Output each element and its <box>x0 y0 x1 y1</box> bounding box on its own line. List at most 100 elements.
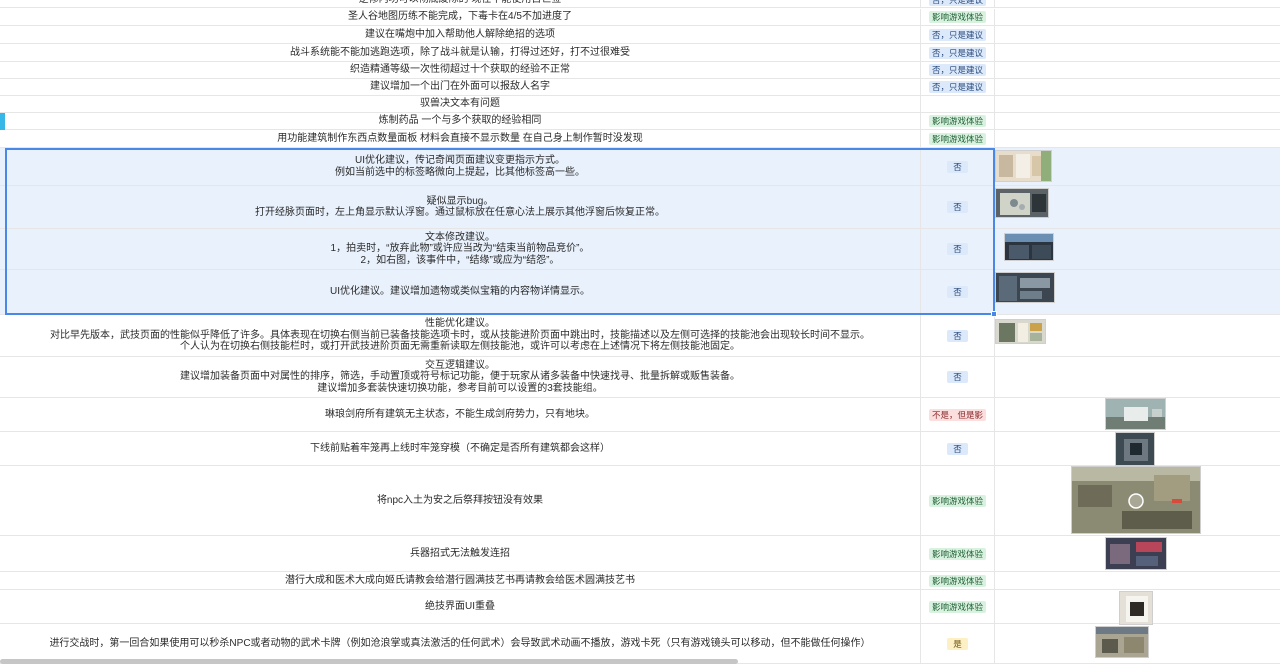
issue-cell[interactable]: 绝技界面UI重叠 <box>0 590 921 623</box>
status-cell[interactable]: 影响游戏体验 <box>921 590 995 623</box>
issue-cell[interactable]: 织造精通等级一次性彻超过十个获取的经验不正常 <box>0 62 921 78</box>
screenshot-cell[interactable] <box>995 130 1280 147</box>
table-row[interactable]: 疑似显示bug。 打开经脉页面时，左上角显示默认浮窗。通过鼠标放在任意心法上展示其… <box>0 186 1280 229</box>
table-row[interactable]: 文本修改建议。 1，拍卖时，“放弃此物”或许应当改为“结束当前物品竞价”。 2，如右… <box>0 229 1280 270</box>
table-row[interactable]: 建议在嘴炮中加入帮助他人解除绝招的选项 否，只是建议 <box>0 26 1280 44</box>
issue-cell[interactable]: 建议增加一个出门在外面可以报敌人名字 <box>0 79 921 95</box>
issue-cell[interactable]: 性能优化建议。 对比早先版本，武技页面的性能似乎降低了许多。具体表现在切换右侧当前… <box>0 315 921 356</box>
ultimate-ui-screenshot[interactable] <box>1119 591 1153 625</box>
relic-screenshot[interactable] <box>995 272 1055 303</box>
status-cell[interactable]: 否，只是建议 <box>921 26 995 43</box>
issue-cell[interactable]: 驭兽决文本有问题 <box>0 96 921 112</box>
screenshot-cell[interactable] <box>995 96 1280 112</box>
table-row[interactable]: 建议增加一个出门在外面可以报敌人名字 否，只是建议 <box>0 79 1280 96</box>
screenshot-cell[interactable] <box>995 590 1280 625</box>
issue-cell[interactable]: 圣人谷地图历练不能完成，下毒卡在4/5不加进度了 <box>0 9 921 25</box>
screenshot-cell[interactable] <box>995 536 1280 571</box>
table-row[interactable]: 进行交战时，第一回合如果使用可以秒杀NPC或者动物的武术卡牌（例如沧浪掌或真法激… <box>0 624 1280 664</box>
issue-cell[interactable]: 下线前贴着牢笼再上线时牢笼穿模（不确定是否所有建筑都会这样） <box>0 432 921 465</box>
issue-cell[interactable]: 逆修内功可以彻底废除的 现在不能使用古世签 <box>0 0 921 7</box>
spreadsheet-grid[interactable]: 逆修内功可以彻底废除的 现在不能使用古世签否，只是建议圣人谷地图历练不能完成，下… <box>0 0 1280 664</box>
screenshot-cell[interactable] <box>995 148 1280 185</box>
skills-screenshot[interactable] <box>995 319 1046 344</box>
issue-cell[interactable]: UI优化建议，传记奇闻页面建议变更指示方式。 例如当前选中的标签略微向上提起，比其… <box>0 148 921 185</box>
status-cell[interactable]: 影响游戏体验 <box>921 572 995 589</box>
status-cell[interactable]: 否 <box>921 229 995 269</box>
table-row[interactable]: 交互逻辑建议。 建议增加装备页面中对属性的排序，筛选，手动置顶或符号标记功能，便于… <box>0 357 1280 398</box>
screenshot-cell[interactable] <box>995 398 1280 431</box>
table-row[interactable]: UI优化建议。建议增加遗物或类似宝箱的内容物详情显示。 否 <box>0 270 1280 315</box>
table-row[interactable]: 炼制药品 一个与多个获取的经验相同 影响游戏体验 <box>0 113 1280 130</box>
table-row[interactable]: 驭兽决文本有问题 <box>0 96 1280 113</box>
table-row[interactable]: 兵器招式无法触发连招 影响游戏体验 <box>0 536 1280 572</box>
screenshot-cell[interactable] <box>995 466 1280 535</box>
selection-fill-handle[interactable] <box>991 311 997 317</box>
status-cell[interactable]: 否，只是建议 <box>921 62 995 78</box>
issue-cell[interactable]: 潜行大成和医术大成向姬氏请教会给潜行圆满技艺书再请教会给医术圆满技艺书 <box>0 572 921 589</box>
issue-cell[interactable]: 进行交战时，第一回合如果使用可以秒杀NPC或者动物的武术卡牌（例如沧浪掌或真法激… <box>0 624 921 663</box>
sword-manor-screenshot[interactable] <box>1105 398 1166 430</box>
cage-screenshot[interactable] <box>1115 432 1155 466</box>
issue-cell[interactable]: 战斗系统能不能加逃跑选项，除了战斗就是认输，打得过还好，打不过很难受 <box>0 44 921 61</box>
issue-cell[interactable]: 建议在嘴炮中加入帮助他人解除绝招的选项 <box>0 26 921 43</box>
screenshot-cell[interactable] <box>995 62 1280 78</box>
screenshot-cell[interactable] <box>995 229 1280 269</box>
issue-cell[interactable]: 文本修改建议。 1，拍卖时，“放弃此物”或许应当改为“结束当前物品竞价”。 2，如右… <box>0 229 921 269</box>
table-row[interactable]: 下线前贴着牢笼再上线时牢笼穿模（不确定是否所有建筑都会这样） 否 <box>0 432 1280 466</box>
status-cell[interactable]: 否 <box>921 315 995 356</box>
status-cell[interactable]: 否 <box>921 148 995 185</box>
status-cell[interactable]: 否，只是建议 <box>921 0 995 7</box>
status-cell[interactable] <box>921 96 995 112</box>
status-cell[interactable]: 是 <box>921 624 995 663</box>
issue-cell[interactable]: 将npc入土为安之后祭拜按钮没有效果 <box>0 466 921 535</box>
status-cell[interactable]: 否 <box>921 357 995 397</box>
issue-cell[interactable]: 交互逻辑建议。 建议增加装备页面中对属性的排序，筛选，手动置顶或符号标记功能，便于… <box>0 357 921 397</box>
combo-screenshot[interactable] <box>1105 537 1167 570</box>
issue-cell[interactable]: 用功能建筑制作东西点数量面板 材料会直接不显示数量 在自己身上制作暂时没发现 <box>0 130 921 147</box>
battle-screenshot[interactable] <box>1095 626 1149 658</box>
status-cell[interactable]: 影响游戏体验 <box>921 536 995 571</box>
issue-cell[interactable]: 兵器招式无法触发连招 <box>0 536 921 571</box>
issue-cell[interactable]: 炼制药品 一个与多个获取的经验相同 <box>0 113 921 129</box>
table-row[interactable]: UI优化建议，传记奇闻页面建议变更指示方式。 例如当前选中的标签略微向上提起，比其… <box>0 148 1280 186</box>
screenshot-cell[interactable] <box>995 572 1280 589</box>
issue-cell[interactable]: UI优化建议。建议增加遗物或类似宝箱的内容物详情显示。 <box>0 270 921 314</box>
screenshot-cell[interactable] <box>995 113 1280 129</box>
screenshot-cell[interactable] <box>995 315 1280 356</box>
status-cell[interactable]: 影响游戏体验 <box>921 130 995 147</box>
table-row[interactable]: 潜行大成和医术大成向姬氏请教会给潜行圆满技艺书再请教会给医术圆满技艺书 影响游戏体… <box>0 572 1280 590</box>
status-cell[interactable]: 不是，但是影 <box>921 398 995 431</box>
auction-screenshot[interactable] <box>1004 233 1054 261</box>
table-row[interactable]: 逆修内功可以彻底废除的 现在不能使用古世签 否，只是建议 <box>0 0 1280 8</box>
status-cell[interactable]: 影响游戏体验 <box>921 113 995 129</box>
horizontal-scrollbar[interactable] <box>0 659 738 664</box>
table-row[interactable]: 性能优化建议。 对比早先版本，武技页面的性能似乎降低了许多。具体表现在切换右侧当前… <box>0 315 1280 357</box>
screenshot-cell[interactable] <box>995 432 1280 466</box>
burial-video-screenshot[interactable] <box>1071 466 1201 534</box>
screenshot-cell[interactable] <box>995 270 1280 314</box>
table-row[interactable]: 圣人谷地图历练不能完成，下毒卡在4/5不加进度了 影响游戏体验 <box>0 9 1280 26</box>
status-cell[interactable]: 否 <box>921 270 995 314</box>
screenshot-cell[interactable] <box>995 44 1280 61</box>
issue-cell[interactable]: 疑似显示bug。 打开经脉页面时，左上角显示默认浮窗。通过鼠标放在任意心法上展示其… <box>0 186 921 228</box>
screenshot-cell[interactable] <box>995 357 1280 397</box>
status-cell[interactable]: 否 <box>921 432 995 465</box>
screenshot-cell[interactable] <box>995 9 1280 25</box>
table-row[interactable]: 用功能建筑制作东西点数量面板 材料会直接不显示数量 在自己身上制作暂时没发现 影响… <box>0 130 1280 148</box>
status-cell[interactable]: 否 <box>921 186 995 228</box>
table-row[interactable]: 琳琅剑府所有建筑无主状态，不能生成剑府势力，只有地块。 不是，但是影 <box>0 398 1280 432</box>
status-cell[interactable]: 否，只是建议 <box>921 79 995 95</box>
screenshot-cell[interactable] <box>995 186 1280 228</box>
table-row[interactable]: 战斗系统能不能加逃跑选项，除了战斗就是认输，打得过还好，打不过很难受 否，只是建议 <box>0 44 1280 62</box>
table-row[interactable]: 将npc入土为安之后祭拜按钮没有效果 影响游戏体验 <box>0 466 1280 536</box>
screenshot-cell[interactable] <box>995 624 1280 663</box>
table-row[interactable]: 织造精通等级一次性彻超过十个获取的经验不正常 否，只是建议 <box>0 62 1280 79</box>
screenshot-cell[interactable] <box>995 79 1280 95</box>
status-cell[interactable]: 影响游戏体验 <box>921 466 995 535</box>
status-cell[interactable]: 否，只是建议 <box>921 44 995 61</box>
meridian-screenshot[interactable] <box>995 188 1049 218</box>
screenshot-cell[interactable] <box>995 26 1280 43</box>
table-row[interactable]: 绝技界面UI重叠 影响游戏体验 <box>0 590 1280 625</box>
status-cell[interactable]: 影响游戏体验 <box>921 9 995 25</box>
issue-cell[interactable]: 琳琅剑府所有建筑无主状态，不能生成剑府势力，只有地块。 <box>0 398 921 431</box>
